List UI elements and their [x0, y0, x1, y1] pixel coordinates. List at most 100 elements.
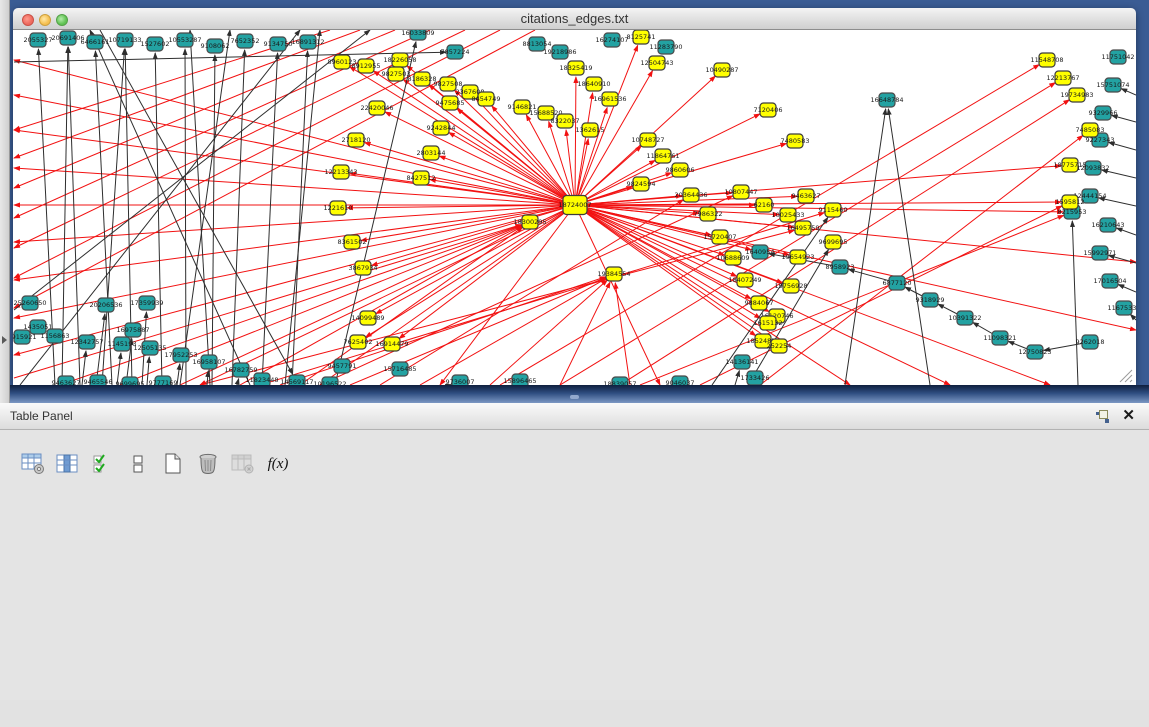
graph-node[interactable]: 9699695 — [819, 235, 848, 249]
graph-node[interactable]: 11675331 — [1107, 301, 1136, 315]
graph-node[interactable]: 9262018 — [1076, 335, 1105, 349]
graph-node[interactable]: 20206536 — [89, 298, 122, 312]
graph-node[interactable]: 18325419 — [559, 61, 592, 75]
graph-node[interactable]: 9884067 — [745, 296, 774, 310]
graph-node[interactable]: 15896465 — [503, 374, 536, 385]
graph-edge[interactable] — [365, 143, 575, 205]
graph-node[interactable]: 8186328 — [408, 72, 437, 86]
graph-node[interactable]: 16958107 — [192, 355, 225, 369]
graph-node[interactable]: 9115460 — [819, 203, 848, 217]
graph-edge[interactable] — [14, 60, 575, 205]
graph-node[interactable]: 16210643 — [1091, 218, 1124, 232]
graph-node[interactable]: 1733426 — [741, 371, 770, 385]
graph-node[interactable]: 8958923 — [826, 260, 855, 274]
graph-node[interactable]: 9134750 — [264, 37, 293, 51]
graph-node[interactable]: 7857224 — [441, 45, 470, 59]
graph-node[interactable]: 8361502 — [338, 235, 367, 249]
graph-node[interactable]: 7986322 — [694, 207, 723, 221]
graph-edge[interactable] — [1130, 314, 1136, 320]
graph-node[interactable]: 19654923 — [781, 250, 814, 264]
float-panel-icon[interactable] — [1096, 410, 1109, 423]
function-builder-icon[interactable]: f(x) — [265, 451, 291, 477]
graph-node[interactable]: 16495759 — [786, 221, 819, 235]
graph-node[interactable]: 252254 — [767, 339, 792, 353]
graph-node[interactable]: 18407249 — [728, 273, 761, 287]
select-columns-icon[interactable] — [55, 451, 81, 477]
graph-node[interactable]: 11864761 — [646, 149, 679, 163]
graph-node[interactable]: 1362615 — [576, 123, 605, 137]
graph-node[interactable]: 1221610 — [324, 201, 353, 215]
graph-node[interactable]: 10553287 — [168, 33, 201, 47]
graph-node[interactable]: 9463627 — [52, 376, 81, 385]
graph-node[interactable]: 9457791 — [328, 359, 357, 373]
resize-grip-icon[interactable] — [1120, 370, 1132, 382]
graph-edge[interactable] — [185, 49, 186, 385]
graph-node[interactable]: 8454749 — [472, 92, 501, 106]
graph-node[interactable]: 16914479 — [375, 337, 408, 351]
graph-node[interactable]: 10748727 — [631, 133, 664, 147]
graph-node[interactable]: 16648784 — [870, 93, 903, 107]
graph-node[interactable]: 62160 — [754, 198, 775, 212]
graph-node[interactable]: 16782759 — [224, 363, 257, 377]
graph-edge[interactable] — [888, 109, 930, 385]
graph-node[interactable]: 18226058 — [383, 53, 416, 67]
graph-edge[interactable] — [14, 30, 430, 218]
graph-node[interactable]: 12504743 — [640, 56, 673, 70]
graph-node[interactable]: 12342757 — [70, 335, 103, 349]
graph-edge[interactable] — [232, 50, 245, 385]
graph-node[interactable]: 10719133 — [108, 33, 141, 47]
graph-node[interactable]: 16274107 — [595, 33, 628, 47]
graph-node[interactable]: 9463627 — [792, 189, 821, 203]
delete-trash-icon[interactable] — [195, 451, 221, 477]
graph-edge[interactable] — [566, 130, 575, 205]
graph-edge[interactable] — [180, 30, 230, 385]
graph-node[interactable]: 9108062 — [201, 39, 230, 53]
graph-edge[interactable] — [14, 130, 575, 205]
graph-edge[interactable] — [14, 205, 575, 242]
graph-edge[interactable] — [1121, 89, 1136, 95]
graph-edge[interactable] — [14, 168, 575, 205]
graph-node[interactable]: 9777169 — [149, 376, 178, 385]
graph-node[interactable]: 25260650 — [13, 296, 46, 310]
split-pane-handle[interactable] — [570, 395, 579, 399]
graph-node[interactable]: 12213343 — [324, 165, 357, 179]
select-rows-icon[interactable] — [90, 451, 116, 477]
graph-edge[interactable] — [575, 77, 576, 205]
graph-node[interactable]: 9736007 — [446, 375, 475, 385]
graph-node[interactable]: 10688609 — [716, 251, 749, 265]
graph-node[interactable]: 19734983 — [1060, 88, 1093, 102]
graph-node[interactable]: 9242844 — [427, 121, 456, 135]
window-titlebar[interactable]: citations_edges.txt — [13, 8, 1136, 30]
graph-edge[interactable] — [1072, 221, 1078, 385]
new-table-icon[interactable] — [160, 451, 186, 477]
graph-edge[interactable] — [615, 283, 630, 385]
network-canvas[interactable]: 2055327206914066466161107191331527602105… — [13, 30, 1136, 385]
graph-edge[interactable] — [575, 93, 593, 205]
graph-edge[interactable] — [372, 205, 575, 265]
graph-node[interactable]: 16891312 — [291, 35, 324, 49]
graph-node[interactable]: 1615132 — [754, 316, 783, 330]
graph-edge[interactable] — [14, 30, 535, 308]
close-panel-icon[interactable]: ✕ — [1122, 407, 1135, 425]
graph-edge[interactable] — [735, 371, 739, 385]
graph-node[interactable]: 22420046 — [360, 101, 393, 115]
graph-hub-node[interactable]: 18724007 — [558, 196, 591, 215]
graph-node[interactable]: 15716485 — [383, 362, 416, 376]
graph-node[interactable]: 19218986 — [543, 45, 576, 59]
graph-edge[interactable] — [14, 52, 446, 62]
table-options-icon[interactable] — [20, 451, 46, 477]
graph-node[interactable]: 17359939 — [130, 296, 163, 310]
graph-edge[interactable] — [68, 47, 80, 385]
graph-edge[interactable] — [190, 30, 210, 385]
graph-node[interactable]: 12750823 — [1018, 345, 1051, 359]
graph-edge[interactable] — [14, 30, 395, 188]
graph-edge[interactable] — [1116, 228, 1136, 235]
network-view-window[interactable]: 2055327206914066466161107191331527602105… — [13, 8, 1136, 385]
graph-node[interactable]: 9860606 — [666, 163, 695, 177]
row-height-icon[interactable] — [125, 451, 151, 477]
expand-panel-icon[interactable] — [2, 336, 7, 344]
graph-node[interactable]: 2718120 — [342, 133, 371, 147]
graph-edge[interactable] — [1118, 285, 1136, 292]
graph-node[interactable]: 11548708 — [1030, 53, 1063, 67]
graph-node[interactable]: 3915921 — [13, 330, 36, 344]
